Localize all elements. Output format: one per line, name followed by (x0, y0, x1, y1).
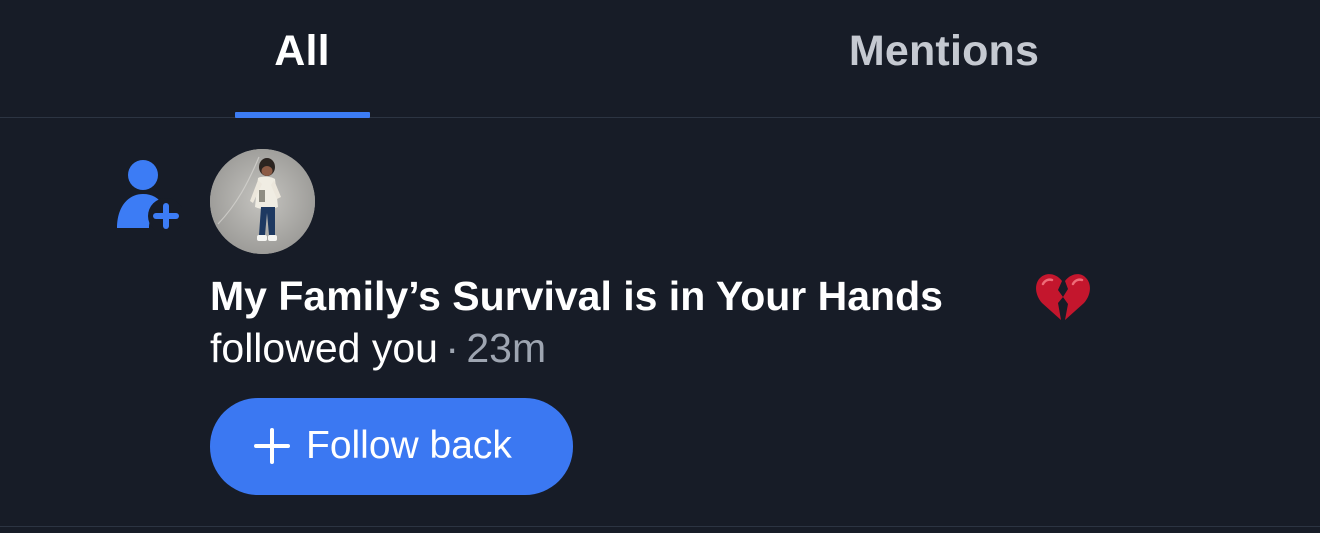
timestamp: 23m (466, 325, 547, 371)
tab-mentions[interactable]: Mentions (604, 0, 1284, 118)
broken-heart-icon (1036, 274, 1090, 320)
profile-photo-child (210, 149, 315, 254)
person-plus-icon (117, 160, 182, 230)
follower-display-name[interactable]: My Family’s Survival is in Your Hands (210, 270, 943, 322)
tab-all-label: All (274, 27, 330, 75)
follow-back-button[interactable]: Follow back (210, 398, 573, 495)
notification-tabs: All Mentions (0, 0, 1320, 118)
avatar[interactable] (210, 149, 315, 254)
active-tab-indicator (235, 112, 370, 118)
activity-text: followed you (210, 325, 438, 371)
activity-line: followed you · 23m (210, 322, 546, 374)
meta-separator: · (445, 325, 459, 371)
plus-icon (254, 428, 290, 464)
tab-all[interactable]: All (0, 0, 604, 118)
tab-mentions-label: Mentions (848, 27, 1040, 75)
follow-notification[interactable] (0, 119, 1320, 527)
follow-back-label: Follow back (306, 424, 512, 467)
